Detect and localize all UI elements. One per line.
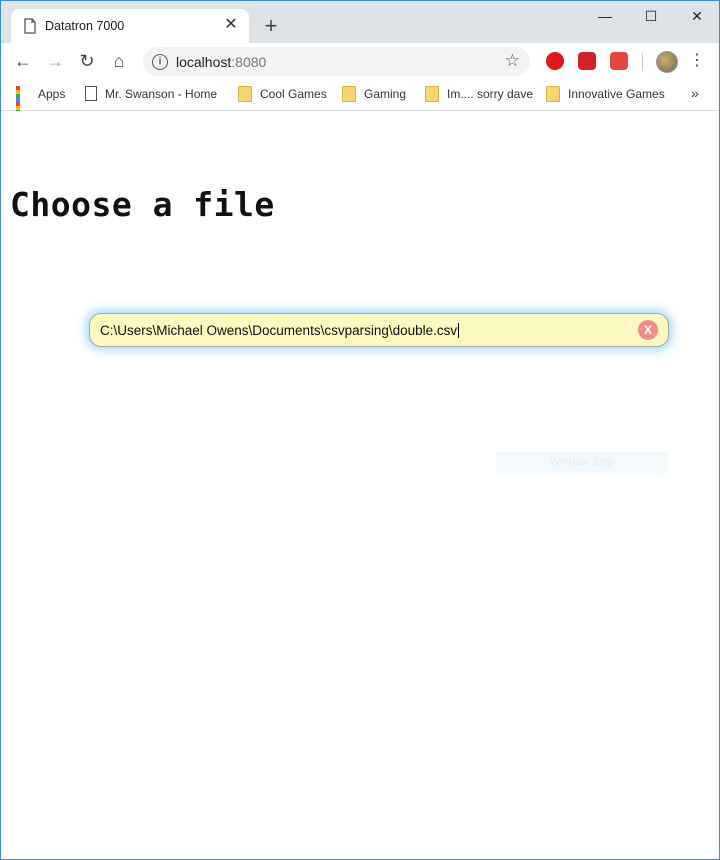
reload-button[interactable]: ↻	[75, 49, 99, 73]
bookmark-mr-swanson[interactable]: Mr. Swanson - Home	[85, 86, 217, 104]
maximize-button[interactable]: ☐	[628, 1, 674, 31]
browser-window: Datatron 7000 ✕ + — ☐ ✕ ← → ↻ ⌂ i localh…	[0, 0, 720, 860]
bookmark-gaming[interactable]: Gaming	[342, 86, 406, 104]
star-icon[interactable]: ☆	[505, 51, 520, 71]
address-bar[interactable]: i localhost:8080 ☆	[143, 47, 530, 76]
tab-datatron[interactable]: Datatron 7000 ✕	[11, 9, 249, 43]
folder-icon	[546, 86, 560, 102]
close-icon[interactable]: ✕	[221, 15, 241, 35]
video-extension-icon[interactable]	[578, 52, 596, 70]
folder-icon	[425, 86, 439, 102]
page-content: Choose a file C:\Users\Michael Owens\Doc…	[1, 111, 719, 859]
page-title: Choose a file	[10, 185, 275, 224]
bookmark-apps[interactable]: Apps	[16, 86, 65, 122]
bookmark-cool-games[interactable]: Cool Games	[238, 86, 327, 104]
browser-toolbar: ← → ↻ ⌂ i localhost:8080 ☆ ⋮	[1, 43, 719, 79]
window-close-button[interactable]: ✕	[674, 1, 719, 31]
home-button[interactable]: ⌂	[107, 49, 131, 73]
page-icon	[23, 18, 39, 34]
back-button[interactable]: ←	[11, 49, 35, 73]
menu-icon[interactable]: ⋮	[689, 49, 705, 73]
page-icon	[85, 86, 97, 101]
grid-extension-icon[interactable]	[610, 52, 628, 70]
file-path-input[interactable]: C:\Users\Michael Owens\Documents\csvpars…	[89, 313, 669, 347]
bookmark-innovative-games[interactable]: Innovative Games	[546, 86, 665, 104]
folder-icon	[238, 86, 252, 102]
minimize-button[interactable]: —	[582, 1, 628, 31]
avatar[interactable]	[656, 51, 678, 73]
apps-grid-icon	[16, 86, 30, 122]
tab-title: Datatron 7000	[45, 19, 125, 33]
clear-button[interactable]: X	[638, 320, 658, 340]
file-path-text[interactable]: C:\Users\Michael Owens\Documents\csvpars…	[100, 323, 460, 338]
url-text[interactable]: localhost:8080	[176, 54, 266, 70]
toolbar-divider	[642, 53, 643, 71]
bookmarks-bar: Apps Mr. Swanson - Home Cool Games Gamin…	[1, 79, 719, 122]
folder-icon	[342, 86, 356, 102]
opera-extension-icon[interactable]	[546, 52, 564, 70]
tab-strip: Datatron 7000 ✕ + — ☐ ✕	[1, 1, 719, 43]
window-snip-overlay: Window Snip	[496, 452, 668, 473]
forward-button[interactable]: →	[43, 49, 67, 73]
new-tab-button[interactable]: +	[259, 14, 283, 38]
text-caret	[458, 323, 460, 338]
info-icon[interactable]: i	[152, 54, 168, 70]
more-bookmarks-icon[interactable]: »	[691, 85, 699, 101]
bookmark-sorry-dave[interactable]: Im.... sorry dave	[425, 86, 533, 104]
